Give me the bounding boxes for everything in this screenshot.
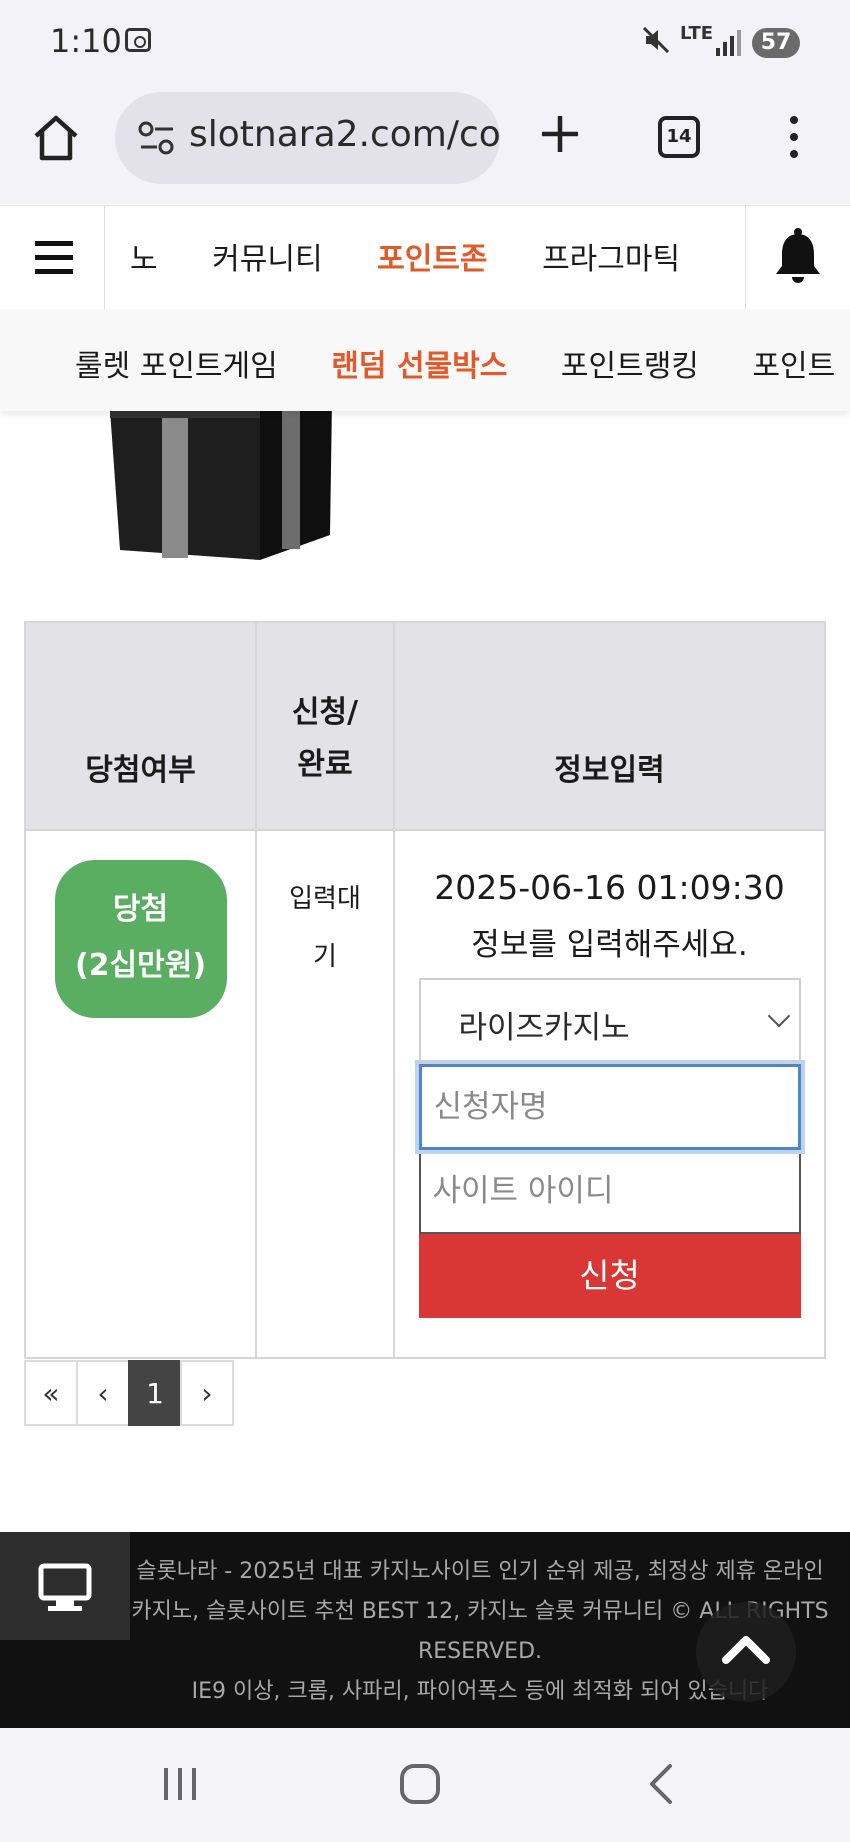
table-row: 당첨 (2십만원) 입력대 기 2025-06-16 01:09:30 정보를 … [24,829,826,1359]
nav-items: 노 커뮤니티 포인트존 프라그마틱 [130,234,725,278]
apply-button[interactable]: 신청 [418,1234,801,1318]
address-bar[interactable]: slotnara2.com/co [115,92,500,184]
arrow-up-icon[interactable] [696,1602,796,1702]
sub-item-random-giftbox[interactable]: 랜덤 선물박스 [331,341,507,385]
site-select[interactable]: 라이즈카지노 [418,978,801,1064]
sub-nav-items: 룰렛 포인트게임 랜덤 선물박스 포인트랭킹 포인트 [75,341,850,385]
site-id-input[interactable] [418,1150,801,1234]
page-current[interactable]: 1 [128,1360,182,1426]
nav-item-point-zone[interactable]: 포인트존 [377,234,487,278]
url-text: slotnara2.com/co [189,114,500,155]
col-status-header: 신청/ 완료 [255,621,395,831]
home-icon[interactable] [30,112,82,164]
page-next-button[interactable]: › [180,1360,234,1426]
mute-icon [640,24,672,64]
chevron-down-icon [767,1004,790,1028]
tune-icon[interactable] [137,120,177,156]
table-header-row: 당첨여부 신청/ 완료 정보입력 [24,621,826,831]
screenshot-icon [125,28,151,52]
bell-icon[interactable] [745,206,850,309]
desktop-icon[interactable] [0,1532,130,1640]
pagination: « ‹ 1 › [24,1360,234,1426]
info-date: 2025-06-16 01:09:30 [434,868,785,907]
tabs-icon[interactable]: 14 [658,116,700,158]
win-badge-amount: (2십만원) [74,948,207,983]
win-badge: 당첨 (2십만원) [54,860,227,1018]
status-cell: 입력대 기 [255,829,395,1359]
nav-item-community[interactable]: 커뮤니티 [212,234,322,278]
col-status-header-line2: 완료 [297,747,353,782]
col-result-header: 당첨여부 [24,621,257,831]
footer: 슬롯나라 - 2025년 대표 카지노사이트 인기 순위 제공, 최정상 제휴 … [0,1532,850,1728]
status-time: 1:10 [50,22,122,60]
android-nav-bar [0,1728,850,1842]
col-status-header-line1: 신청/ [291,695,359,730]
page-first-button[interactable]: « [24,1360,78,1426]
sub-item-point-ranking[interactable]: 포인트랭킹 [561,341,699,385]
result-cell: 당첨 (2십만원) [24,829,257,1359]
back-icon[interactable] [640,1762,684,1810]
nav-item-pragmatic[interactable]: 프라그마틱 [542,234,680,278]
hamburger-icon[interactable] [0,206,105,309]
page-prev-button[interactable]: ‹ [76,1360,130,1426]
info-message: 정보를 입력해주세요. [471,927,748,963]
android-home-icon[interactable] [398,1762,442,1810]
sub-nav: 룰렛 포인트게임 랜덤 선물박스 포인트랭킹 포인트 [0,309,850,411]
battery-indicator: 57 [752,28,800,58]
plus-icon[interactable] [538,108,582,168]
applicant-name-input[interactable] [414,1060,805,1154]
signal-icon [714,28,744,56]
more-vert-icon[interactable] [790,116,798,160]
recent-apps-icon[interactable] [160,1764,200,1808]
sub-item-roulette[interactable]: 룰렛 포인트게임 [75,341,278,385]
site-select-value: 라이즈카지노 [458,1010,630,1046]
site-nav: 노 커뮤니티 포인트존 프라그마틱 [0,205,850,310]
info-form: 라이즈카지노 신청 [414,978,805,1318]
win-badge-title: 당첨 [112,892,169,927]
col-info-header: 정보입력 [393,621,826,831]
gift-box-image [110,390,335,570]
gift-result-table: 당첨여부 신청/ 완료 정보입력 당첨 (2십만원) 입력대 기 2025-06… [24,621,826,1359]
nav-item-casino[interactable]: 노 [130,234,158,278]
sub-item-point[interactable]: 포인트 [752,341,835,385]
status-text-line1: 입력대 [289,884,361,914]
info-cell: 2025-06-16 01:09:30 정보를 입력해주세요. 라이즈카지노 신… [393,829,826,1359]
lte-icon: LTE [680,23,714,44]
status-text-line2: 기 [313,942,337,972]
